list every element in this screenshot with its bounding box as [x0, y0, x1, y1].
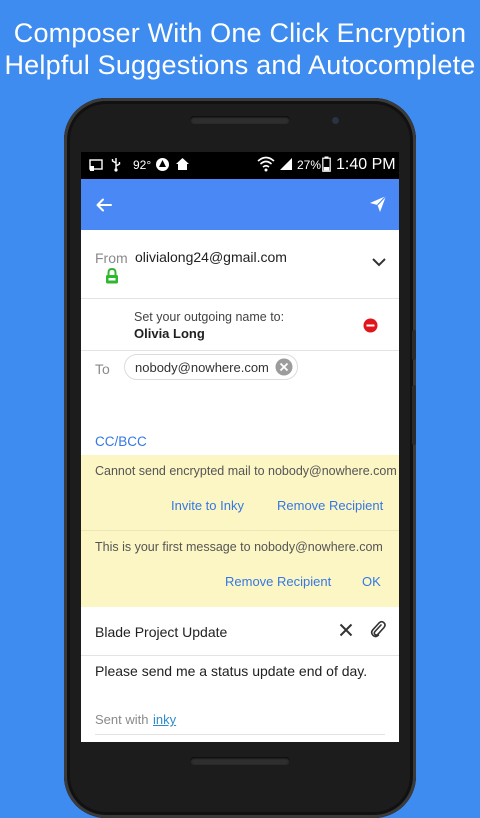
- signature-prefix: Sent with: [95, 712, 149, 727]
- promo-headline-line1: Composer With One Click Encryption: [13, 18, 467, 48]
- cc-bcc-link[interactable]: CC/BCC: [95, 434, 147, 449]
- encryption-warning-text: Cannot send encrypted mail to nobody@now…: [95, 464, 397, 478]
- phone-speaker-top: [190, 116, 290, 124]
- back-arrow-icon[interactable]: [95, 196, 113, 214]
- promo-headline-line2: Helpful Suggestions and Autocomplete: [4, 50, 476, 80]
- subject-divider: [81, 655, 399, 656]
- suggestion-divider: [81, 350, 399, 351]
- phone-speaker-bottom: [190, 757, 290, 765]
- remove-circle-icon[interactable]: [363, 318, 378, 333]
- compose-app-bar: [81, 179, 399, 230]
- subject-field[interactable]: Blade Project Update: [95, 624, 227, 640]
- signal-icon: [280, 158, 292, 170]
- send-icon[interactable]: [369, 195, 387, 213]
- body-divider: [95, 734, 385, 735]
- recipient-chip-text: nobody@nowhere.com: [135, 360, 269, 375]
- from-divider: [81, 298, 399, 299]
- paperclip-icon[interactable]: [370, 620, 386, 638]
- from-label: From: [95, 250, 128, 266]
- outgoing-name-prompt: Set your outgoing name to:: [134, 310, 285, 324]
- lock-icon: [106, 268, 118, 284]
- phone-screen: 92° 27% 1:40 PM From olivialong24@gmail.…: [81, 152, 399, 742]
- close-icon[interactable]: [339, 623, 353, 637]
- message-body[interactable]: Please send me a status update end of da…: [95, 663, 367, 679]
- status-battery-percent: 27%: [297, 158, 322, 172]
- status-temperature: 92°: [133, 158, 152, 172]
- invite-to-inky-button[interactable]: Invite to Inky: [171, 498, 244, 513]
- to-label: To: [95, 361, 110, 377]
- chevron-down-icon[interactable]: [371, 256, 387, 268]
- wifi-icon: [257, 156, 275, 172]
- phone-side-button-upper: [412, 330, 416, 360]
- ok-button[interactable]: OK: [362, 574, 381, 589]
- app-notification-icon: [156, 158, 169, 171]
- remove-recipient-button-1[interactable]: Remove Recipient: [277, 498, 383, 513]
- status-bar: 92° 27% 1:40 PM: [81, 152, 399, 179]
- status-time: 1:40 PM: [336, 156, 396, 173]
- home-notification-icon: [176, 158, 189, 170]
- first-message-text: This is your first message to nobody@now…: [95, 540, 383, 554]
- remove-recipient-button-2[interactable]: Remove Recipient: [225, 574, 331, 589]
- phone-camera: [332, 117, 339, 124]
- battery-icon: [322, 156, 331, 172]
- from-account-value[interactable]: olivialong24@gmail.com: [135, 249, 287, 265]
- screen-cast-icon: [89, 159, 103, 171]
- outgoing-name-suggestion[interactable]: Olivia Long: [134, 326, 205, 341]
- signature-inky-link[interactable]: inky: [153, 712, 176, 727]
- usb-icon: [111, 158, 121, 172]
- chip-clear-icon[interactable]: [275, 358, 293, 376]
- phone-side-button-lower: [412, 385, 416, 445]
